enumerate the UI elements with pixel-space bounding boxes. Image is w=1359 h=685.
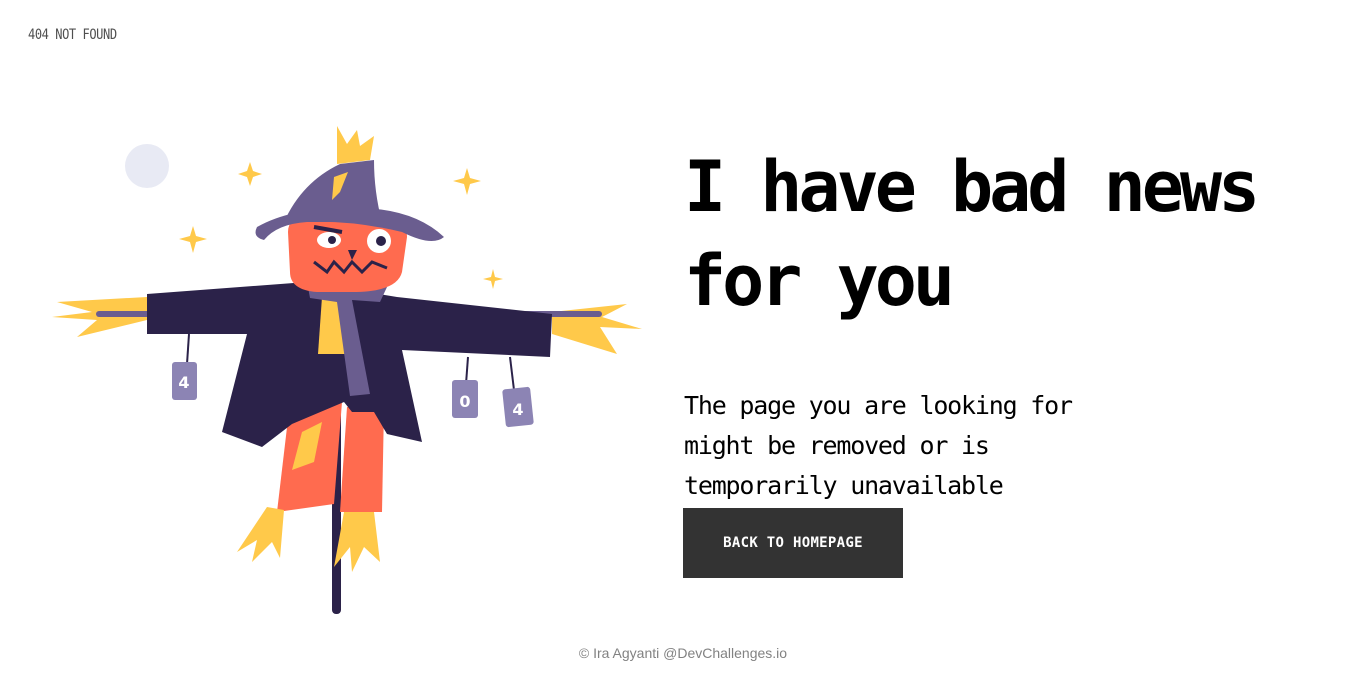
moon-icon (125, 144, 169, 188)
back-to-homepage-button[interactable]: BACK TO HOMEPAGE (683, 508, 903, 578)
error-description: The page you are looking for might be re… (684, 391, 1073, 500)
error-message-panel: I have bad news for you The page you are… (684, 140, 1324, 506)
right-leg (340, 407, 384, 512)
page-title: I have bad news for you (684, 146, 1260, 322)
hat-straw (337, 126, 374, 164)
left-foot-straw (237, 507, 284, 562)
can-label-4b: 4 (512, 400, 523, 419)
can-label-0: 0 (459, 392, 470, 411)
footer-credit: © Ira Agyanti @DevChallenges.io (578, 645, 788, 661)
page-header-label: 404 NOT FOUND (28, 27, 117, 43)
can-label-4a: 4 (178, 373, 189, 392)
scarecrow-illustration: 4 0 4 (52, 126, 642, 614)
